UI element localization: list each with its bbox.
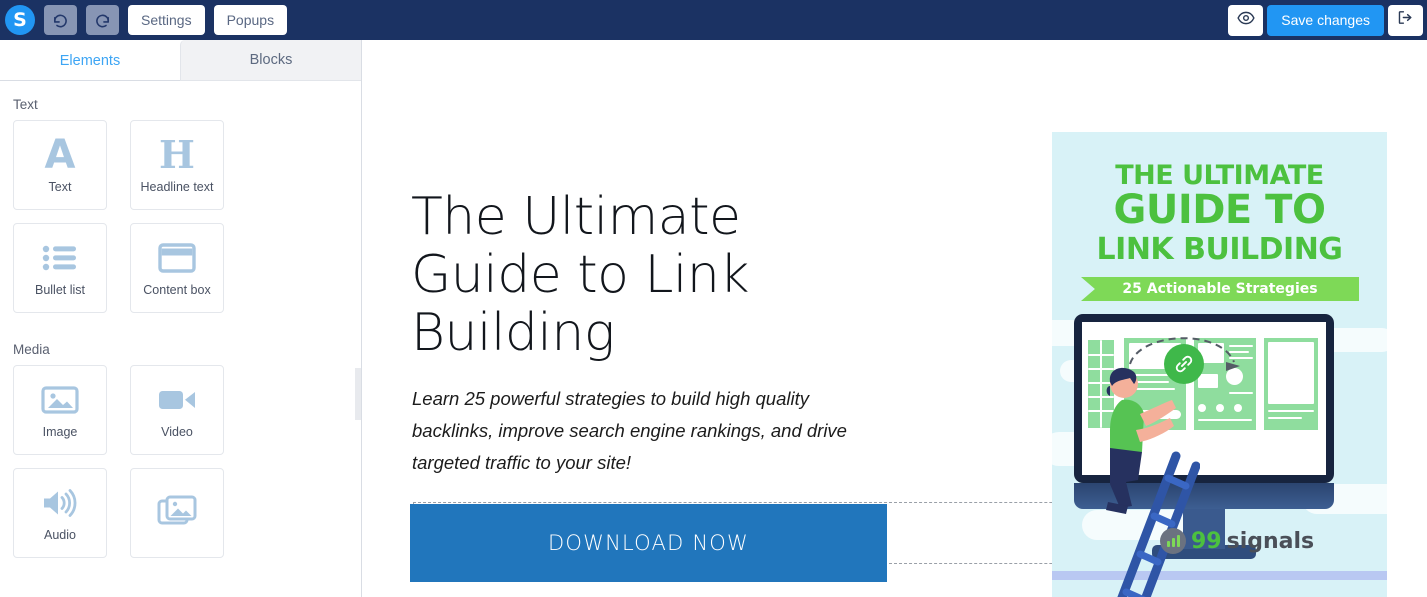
elements-sidebar: Elements Blocks Text A Text H Headline t… — [0, 40, 362, 597]
popups-label: Popups — [226, 12, 275, 28]
redo-button[interactable] — [86, 5, 119, 35]
undo-button[interactable] — [44, 5, 77, 35]
tab-underline — [0, 80, 180, 81]
text-element-grid: A Text H Headline text Bullet list Conte… — [0, 120, 361, 326]
logo-word-signals: signals — [1226, 528, 1315, 554]
save-changes-label: Save changes — [1281, 12, 1370, 28]
element-card-content-box-label: Content box — [143, 283, 211, 298]
download-now-button[interactable]: DOWNLOAD NOW — [410, 504, 887, 582]
page-subcopy[interactable]: Learn 25 powerful strategies to build hi… — [412, 383, 882, 480]
99signals-logo: 99 signals — [1160, 528, 1314, 554]
element-card-image-label: Image — [42, 425, 78, 440]
page-canvas: The Ultimate Guide to Link Building Lear… — [363, 40, 1427, 597]
element-card-text[interactable]: A Text — [13, 120, 107, 210]
element-card-headline-text[interactable]: H Headline text — [130, 120, 224, 210]
element-card-video[interactable]: Video — [130, 365, 224, 455]
infographic-title-line-3: LINK BUILDING — [1096, 232, 1343, 267]
letter-h-icon: H — [159, 132, 195, 178]
letter-a-icon: A — [44, 132, 76, 179]
signal-bars-icon — [1160, 528, 1186, 554]
section-label-text: Text — [13, 97, 38, 112]
element-card-video-label: Video — [161, 425, 193, 440]
tab-blocks[interactable]: Blocks — [180, 40, 361, 81]
tab-blocks-label: Blocks — [249, 52, 293, 68]
tab-elements[interactable]: Elements — [0, 40, 180, 81]
video-camera-icon — [157, 379, 197, 421]
redo-icon — [94, 12, 111, 29]
element-card-headline-text-label: Headline text — [140, 180, 214, 195]
eye-icon — [1237, 9, 1255, 32]
popups-button[interactable]: Popups — [213, 5, 288, 35]
element-card-gallery[interactable] — [130, 468, 224, 558]
settings-label: Settings — [141, 12, 192, 28]
app-logo[interactable]: S — [5, 5, 35, 35]
speaker-icon — [40, 482, 80, 524]
element-card-text-label: Text — [48, 180, 72, 195]
infographic-title-line-1: THE ULTIMATE — [1115, 160, 1324, 191]
element-card-bullet-list[interactable]: Bullet list — [13, 223, 107, 313]
element-card-image[interactable]: Image — [13, 365, 107, 455]
undo-icon — [52, 12, 69, 29]
section-label-media: Media — [13, 342, 50, 357]
ladder-illustration — [1117, 451, 1200, 597]
page-headline[interactable]: The Ultimate Guide to Link Building — [411, 188, 811, 363]
bullet-list-icon — [42, 237, 78, 279]
element-card-bullet-list-label: Bullet list — [34, 283, 86, 298]
image-icon — [41, 379, 79, 421]
sidebar-tabs: Elements Blocks — [0, 40, 361, 81]
element-card-audio-label: Audio — [44, 528, 76, 543]
logout-icon — [1397, 9, 1414, 31]
element-card-audio[interactable]: Audio — [13, 468, 107, 558]
infographic-ribbon: 25 Actionable Strategies — [1081, 277, 1359, 301]
save-changes-button[interactable]: Save changes — [1267, 4, 1384, 36]
infographic-title-line-2: GUIDE TO — [1113, 187, 1326, 233]
logo-mark-99: 99 — [1191, 528, 1222, 554]
infographic-image[interactable]: THE ULTIMATE GUIDE TO LINK BUILDING 25 A… — [1052, 132, 1387, 597]
exit-button[interactable] — [1388, 4, 1423, 36]
sidebar-collapse-handle[interactable] — [355, 368, 361, 420]
top-toolbar: S Settings Popups Save changes — [0, 0, 1427, 40]
content-box-icon — [158, 237, 196, 279]
settings-button[interactable]: Settings — [128, 5, 205, 35]
gallery-icon — [157, 490, 197, 532]
toolbar-right-group: Save changes — [1228, 4, 1423, 36]
infographic-ribbon-text: 25 Actionable Strategies — [1122, 281, 1318, 297]
app-logo-letter: S — [13, 8, 27, 31]
tab-elements-label: Elements — [59, 52, 121, 69]
download-now-label: DOWNLOAD NOW — [548, 531, 749, 555]
element-card-content-box[interactable]: Content box — [130, 223, 224, 313]
media-element-grid: Image Video Audio — [0, 365, 361, 571]
preview-button[interactable] — [1228, 4, 1264, 36]
